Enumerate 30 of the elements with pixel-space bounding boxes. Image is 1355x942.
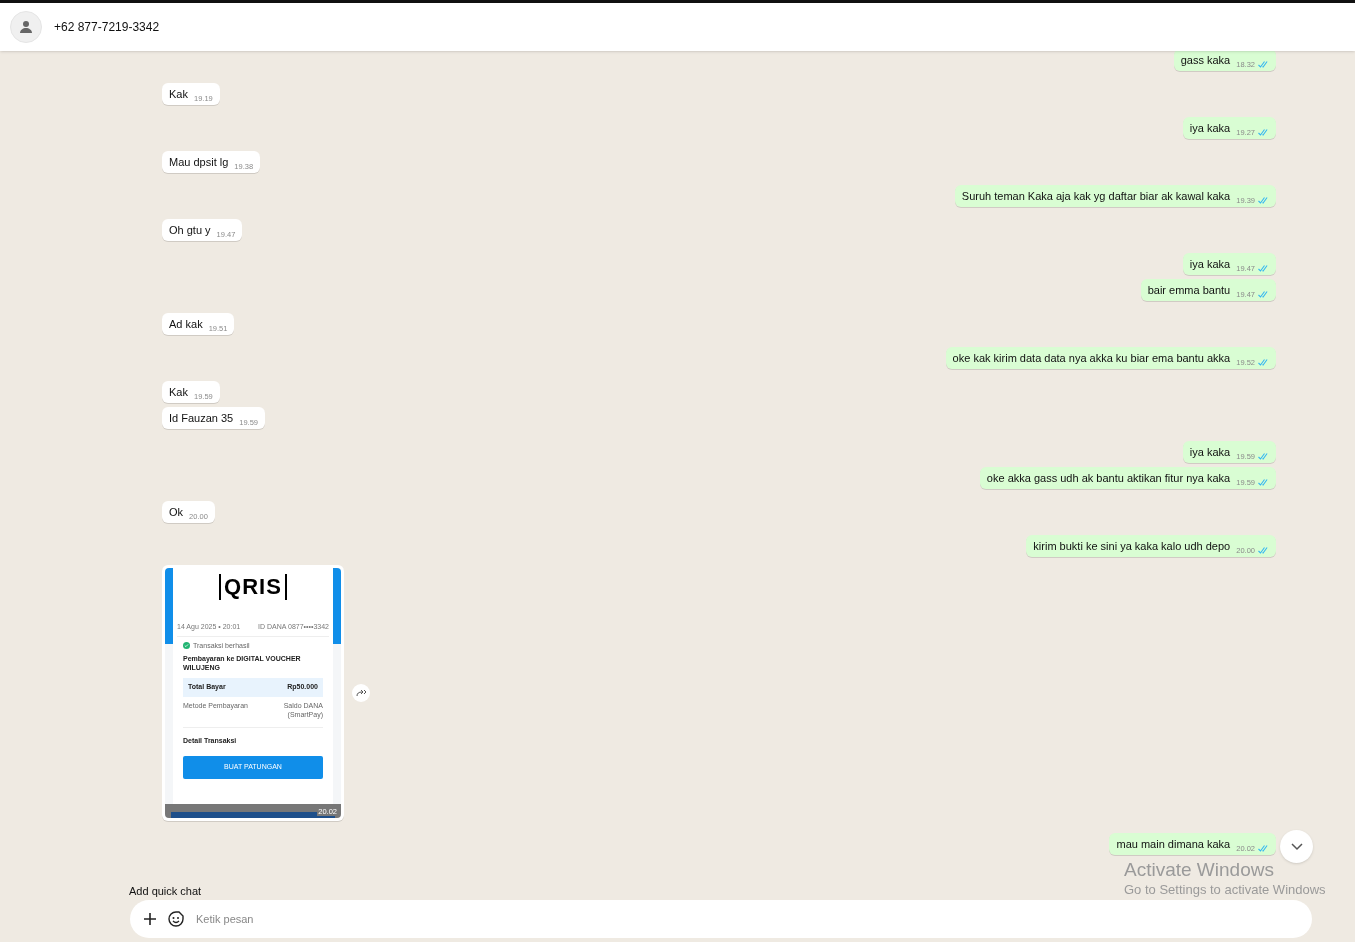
chevron-down-icon[interactable] [1290, 842, 1303, 851]
success-check-icon [183, 642, 190, 650]
qris-logo: QRIS [219, 574, 287, 600]
contact-name: +62 877-7219-3342 [54, 19, 160, 36]
message-text: Kak [169, 87, 188, 102]
avatar-icon[interactable] [10, 11, 42, 43]
sticker-icon[interactable] [168, 911, 184, 927]
message-text: Oh gtu y [169, 223, 211, 238]
message-composer[interactable]: Ketik pesan [130, 900, 1312, 938]
message-text: iya kaka [1189, 445, 1231, 460]
message-text: Mau dpsit lg [169, 155, 229, 170]
message-text: Suruh teman Kaka aja kak yg daftar biar ak kawal kaka [961, 189, 1231, 204]
message-text: Kak [169, 385, 188, 400]
message-text: iya kaka [1189, 121, 1231, 136]
message-text: bair emma bantu [1147, 283, 1231, 298]
plus-icon[interactable] [144, 913, 156, 925]
message-text: iya kaka [1189, 257, 1231, 272]
quick-chat-label[interactable]: Add quick chat [129, 883, 202, 900]
message-text: kirim bukti ke sini ya kaka kalo udh depo [1033, 539, 1231, 554]
message-input[interactable]: Ketik pesan [196, 910, 1298, 928]
message-text: Ad kak [169, 317, 203, 332]
message-text: Ok [169, 505, 184, 520]
activation-notice-title: Activate Windows [1124, 859, 1275, 881]
activation-notice-text: Go to Settings to activate Windows [1124, 881, 1326, 899]
message-text: mau main dimana kaka [1116, 837, 1231, 852]
message-text: oke kak kirim data data nya akka ku biar ema bantu akka [952, 351, 1231, 366]
message-text: Id Fauzan 35 [169, 411, 234, 426]
message-text: oke akka gass udh ak bantu aktikan fitur nya kaka [986, 471, 1231, 486]
message-text: gass kaka [1180, 53, 1231, 68]
forward-icon[interactable] [352, 684, 370, 702]
